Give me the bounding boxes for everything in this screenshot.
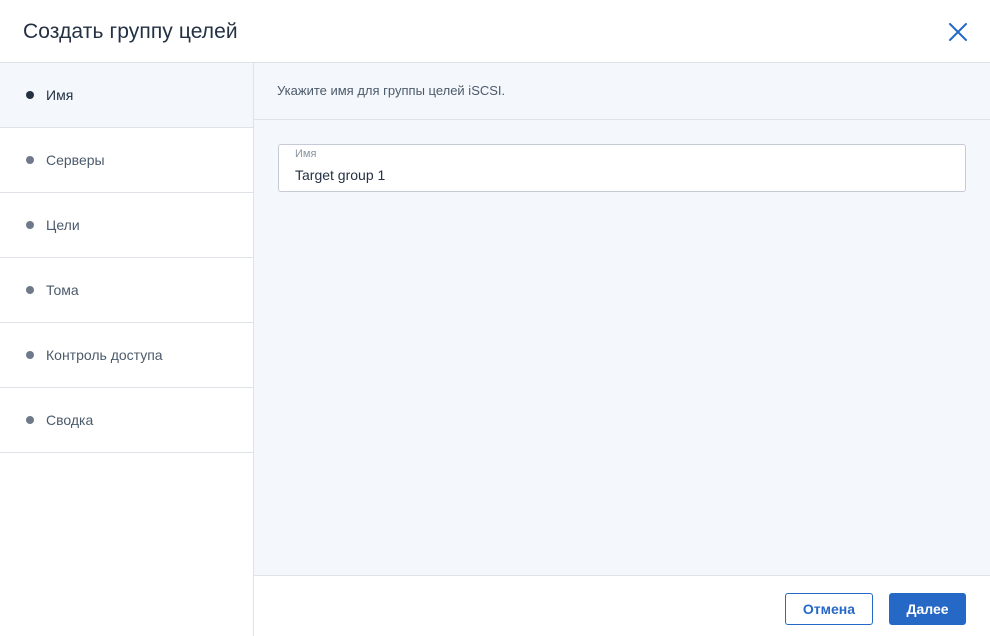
step-access-control[interactable]: Контроль доступа	[0, 323, 253, 388]
step-targets[interactable]: Цели	[0, 193, 253, 258]
cancel-button[interactable]: Отмена	[785, 593, 873, 625]
step-volumes[interactable]: Тома	[0, 258, 253, 323]
step-label: Имя	[46, 87, 74, 103]
step-label: Сводка	[46, 412, 94, 428]
step-summary[interactable]: Сводка	[0, 388, 253, 453]
step-dot-icon	[26, 351, 34, 359]
step-label: Цели	[46, 217, 80, 233]
step-dot-icon	[26, 221, 34, 229]
close-icon	[949, 23, 967, 41]
step-servers[interactable]: Серверы	[0, 128, 253, 193]
wizard-steps: Имя Серверы Цели Тома Контроль доступа С…	[0, 63, 254, 636]
step-dot-icon	[26, 416, 34, 424]
step-label: Контроль доступа	[46, 347, 163, 363]
close-button[interactable]	[944, 18, 972, 46]
dialog-title: Создать группу целей	[23, 20, 238, 43]
create-target-group-dialog: Создать группу целей Имя Серверы Цели То…	[0, 0, 990, 636]
next-button[interactable]: Далее	[889, 593, 966, 625]
step-label: Тома	[46, 282, 79, 298]
step-dot-icon	[26, 156, 34, 164]
step-dot-icon	[26, 286, 34, 294]
name-field[interactable]: Имя	[278, 144, 966, 192]
step-hint: Укажите имя для группы целей iSCSI.	[254, 63, 990, 120]
step-dot-icon	[26, 91, 34, 99]
step-name[interactable]: Имя	[0, 63, 253, 128]
step-content: Укажите имя для группы целей iSCSI. Имя	[254, 63, 990, 575]
name-input[interactable]	[295, 165, 945, 185]
step-label: Серверы	[46, 152, 105, 168]
dialog-footer: Отмена Далее	[254, 575, 990, 636]
dialog-header: Создать группу целей	[0, 0, 990, 63]
name-field-label: Имя	[295, 148, 317, 160]
